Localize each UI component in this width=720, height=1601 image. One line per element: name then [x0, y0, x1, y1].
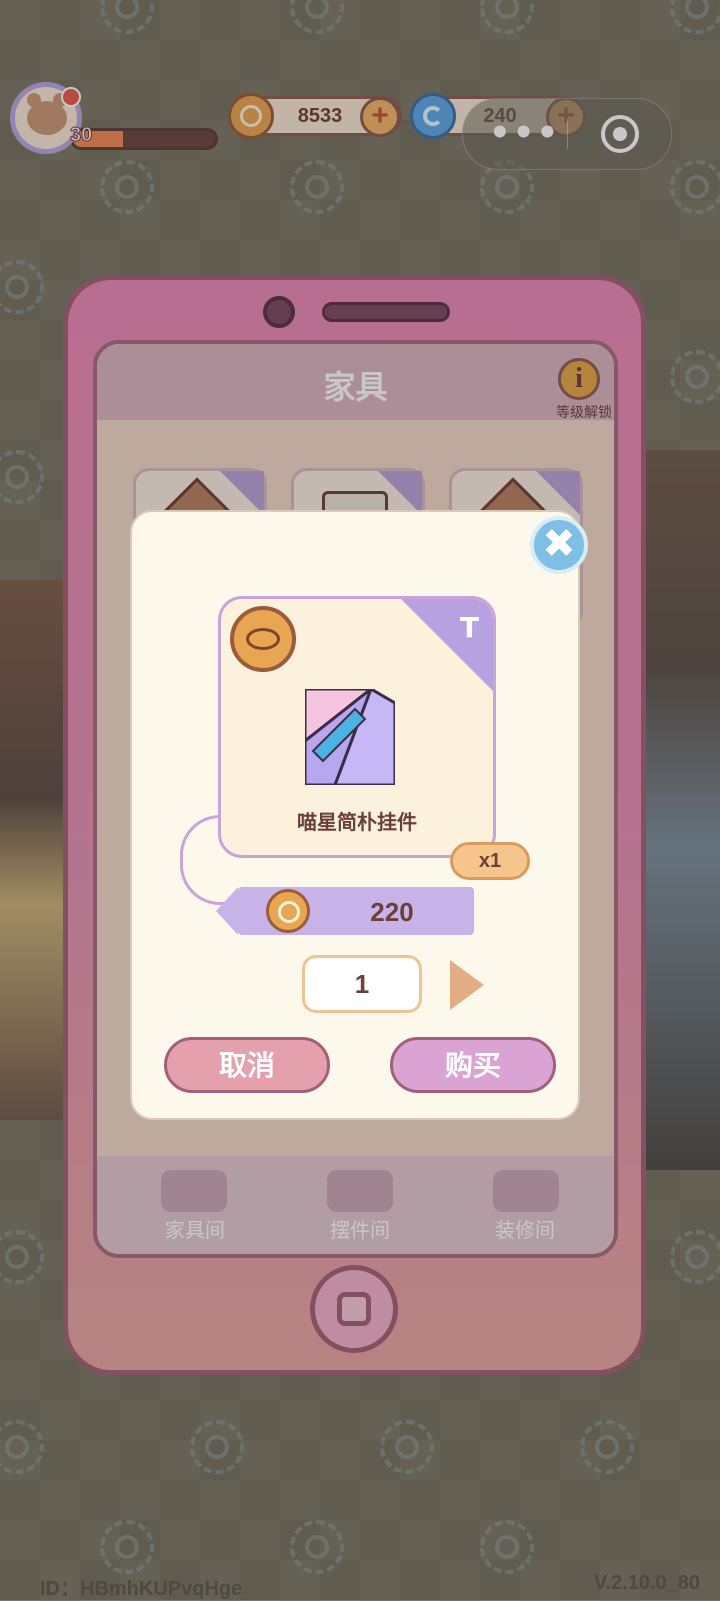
card-corner-badge — [401, 599, 493, 691]
quantity-input[interactable]: 1 — [302, 955, 422, 1013]
item-name: 喵星简朴挂件 — [297, 810, 417, 834]
item-price: 220 — [370, 897, 414, 927]
item-quantity-badge: x1 — [450, 842, 530, 880]
cancel-button[interactable]: 取消 — [164, 1037, 330, 1093]
preview-eye-icon[interactable] — [230, 606, 296, 672]
paint-roller-icon: T — [459, 611, 479, 644]
player-id: ID：HBmhKUPvqHge — [40, 1578, 243, 1600]
increase-quantity-arrow-icon[interactable] — [450, 960, 484, 1010]
item-image — [305, 689, 395, 785]
close-button[interactable]: ✖ — [530, 516, 588, 574]
coin-icon — [266, 889, 310, 933]
version-label: V.2.10.0_80 — [593, 1572, 700, 1594]
buy-button[interactable]: 购买 — [390, 1037, 556, 1093]
